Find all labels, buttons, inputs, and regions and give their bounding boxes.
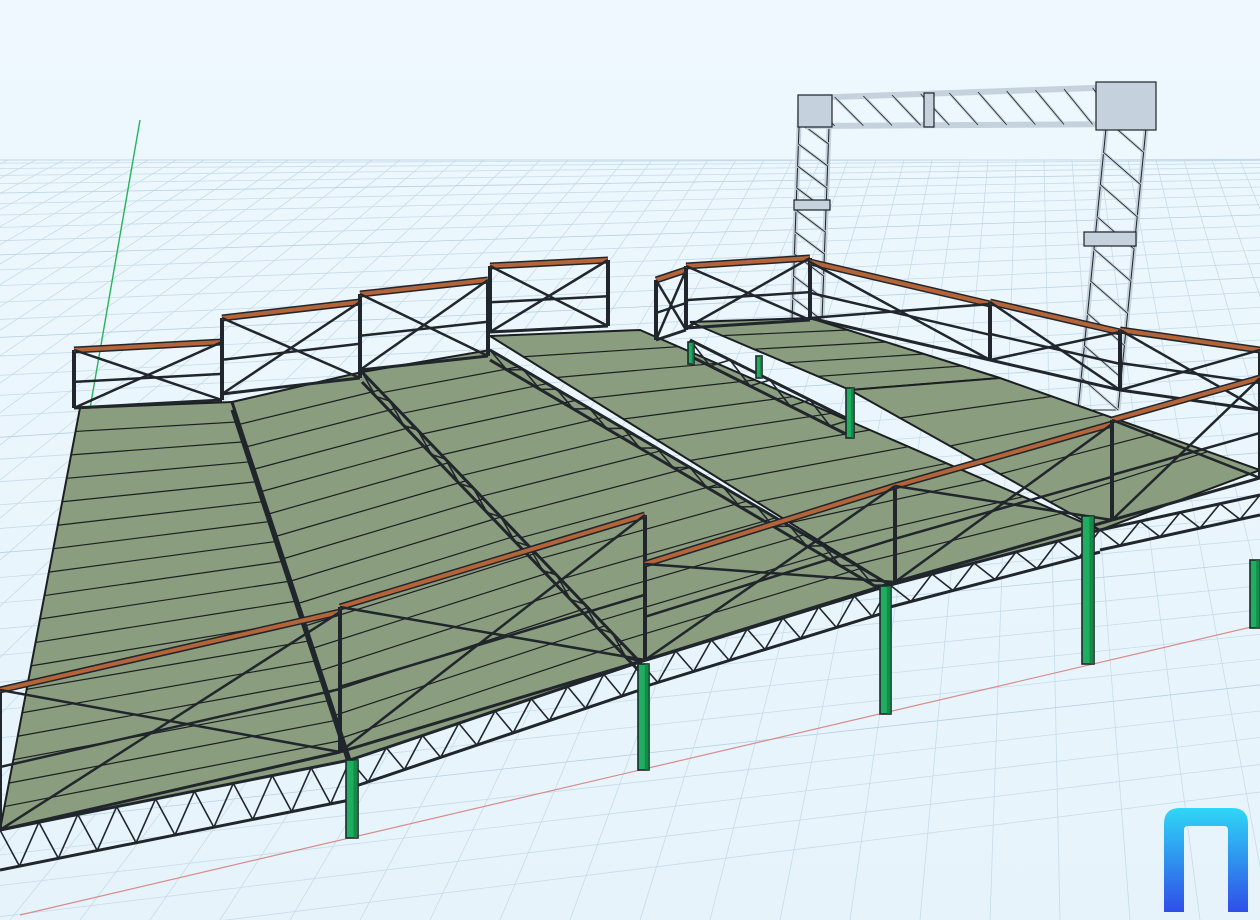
skirt-brace bbox=[566, 685, 587, 709]
grid-line bbox=[0, 237, 1260, 287]
skirt-brace bbox=[817, 606, 838, 629]
skirt-brace bbox=[0, 829, 21, 867]
handrail-back-8 bbox=[989, 300, 1121, 334]
skirt-brace bbox=[193, 790, 215, 828]
support-leg-shade bbox=[644, 664, 649, 770]
skirt-brace bbox=[115, 806, 137, 844]
truss-lacing-edge bbox=[1090, 280, 1128, 314]
support-leg-shade bbox=[1256, 560, 1260, 628]
grid-line bbox=[0, 160, 1260, 169]
skirt-brace bbox=[1099, 529, 1121, 547]
truss-lacing-edge bbox=[798, 143, 828, 167]
truss-lacing-edge bbox=[891, 94, 921, 126]
skirt-brace bbox=[1139, 520, 1161, 538]
skirt-brace bbox=[135, 798, 157, 844]
truss-corner-block bbox=[797, 94, 833, 128]
truss-lacing-edge bbox=[1035, 89, 1065, 125]
grid-line bbox=[0, 167, 1260, 184]
truss-lacing-edge bbox=[977, 91, 1007, 126]
truss-lacing-edge bbox=[834, 96, 864, 126]
support-leg-shade bbox=[886, 586, 891, 714]
support-leg-shade bbox=[353, 760, 358, 838]
truss-lacing-edge bbox=[949, 92, 979, 126]
rail-cross bbox=[809, 302, 991, 320]
skirt-brace bbox=[18, 821, 40, 867]
truss-lacing-edge bbox=[794, 231, 825, 255]
skirt-brace bbox=[174, 790, 196, 836]
support-leg-shade bbox=[691, 342, 694, 364]
truss-corner-block bbox=[1083, 231, 1137, 247]
truss-lacing-edge bbox=[795, 209, 826, 233]
skirt-brace bbox=[710, 639, 730, 662]
grid-line bbox=[0, 263, 1260, 320]
brand-logo-icon bbox=[1164, 808, 1248, 912]
skirt-brace bbox=[271, 775, 293, 813]
stage-model-scene[interactable] bbox=[0, 0, 1260, 920]
y-axis-guide bbox=[87, 119, 141, 421]
skirt-brace bbox=[252, 775, 273, 820]
truss-lacing-edge bbox=[797, 165, 828, 189]
skirt-brace bbox=[458, 722, 478, 746]
truss-lacing-edge bbox=[1063, 88, 1093, 125]
truss-corner-block bbox=[1095, 81, 1157, 131]
support-leg-shade bbox=[759, 356, 762, 378]
skirt-brace bbox=[494, 710, 514, 734]
skirt-brace bbox=[1057, 540, 1080, 559]
skirt-brace bbox=[38, 821, 60, 859]
skirt-brace bbox=[782, 617, 802, 640]
grid-line bbox=[0, 249, 1260, 303]
skirt-brace bbox=[530, 698, 550, 722]
skirt-brace bbox=[232, 782, 254, 820]
skirt-brace bbox=[290, 767, 312, 812]
skirt-brace bbox=[310, 767, 332, 805]
skirt-brace bbox=[1179, 511, 1201, 529]
truss-corner-block bbox=[923, 92, 935, 128]
grid-line bbox=[0, 276, 1260, 338]
skirt-brace bbox=[154, 798, 176, 836]
truss-lacing-edge bbox=[1103, 152, 1141, 185]
3d-viewport[interactable] bbox=[0, 0, 1260, 920]
skirt-brace bbox=[1219, 503, 1241, 521]
truss-corner-block bbox=[793, 199, 831, 211]
grid-line bbox=[0, 225, 1260, 271]
grid-line bbox=[0, 214, 1260, 256]
handrail-back-3 bbox=[359, 278, 489, 296]
support-leg-shade bbox=[1089, 516, 1094, 664]
skirt-brace bbox=[57, 814, 79, 859]
skirt-brace bbox=[973, 562, 996, 581]
skirt-brace bbox=[421, 734, 442, 758]
skirt-brace bbox=[385, 747, 405, 771]
skirt-brace bbox=[746, 628, 766, 651]
truss-lacing-edge bbox=[1006, 90, 1036, 125]
truss-lacing-edge bbox=[863, 95, 893, 126]
skirt-brace bbox=[889, 584, 912, 603]
support-leg-shade bbox=[850, 388, 854, 438]
skirt-brace bbox=[603, 673, 623, 697]
